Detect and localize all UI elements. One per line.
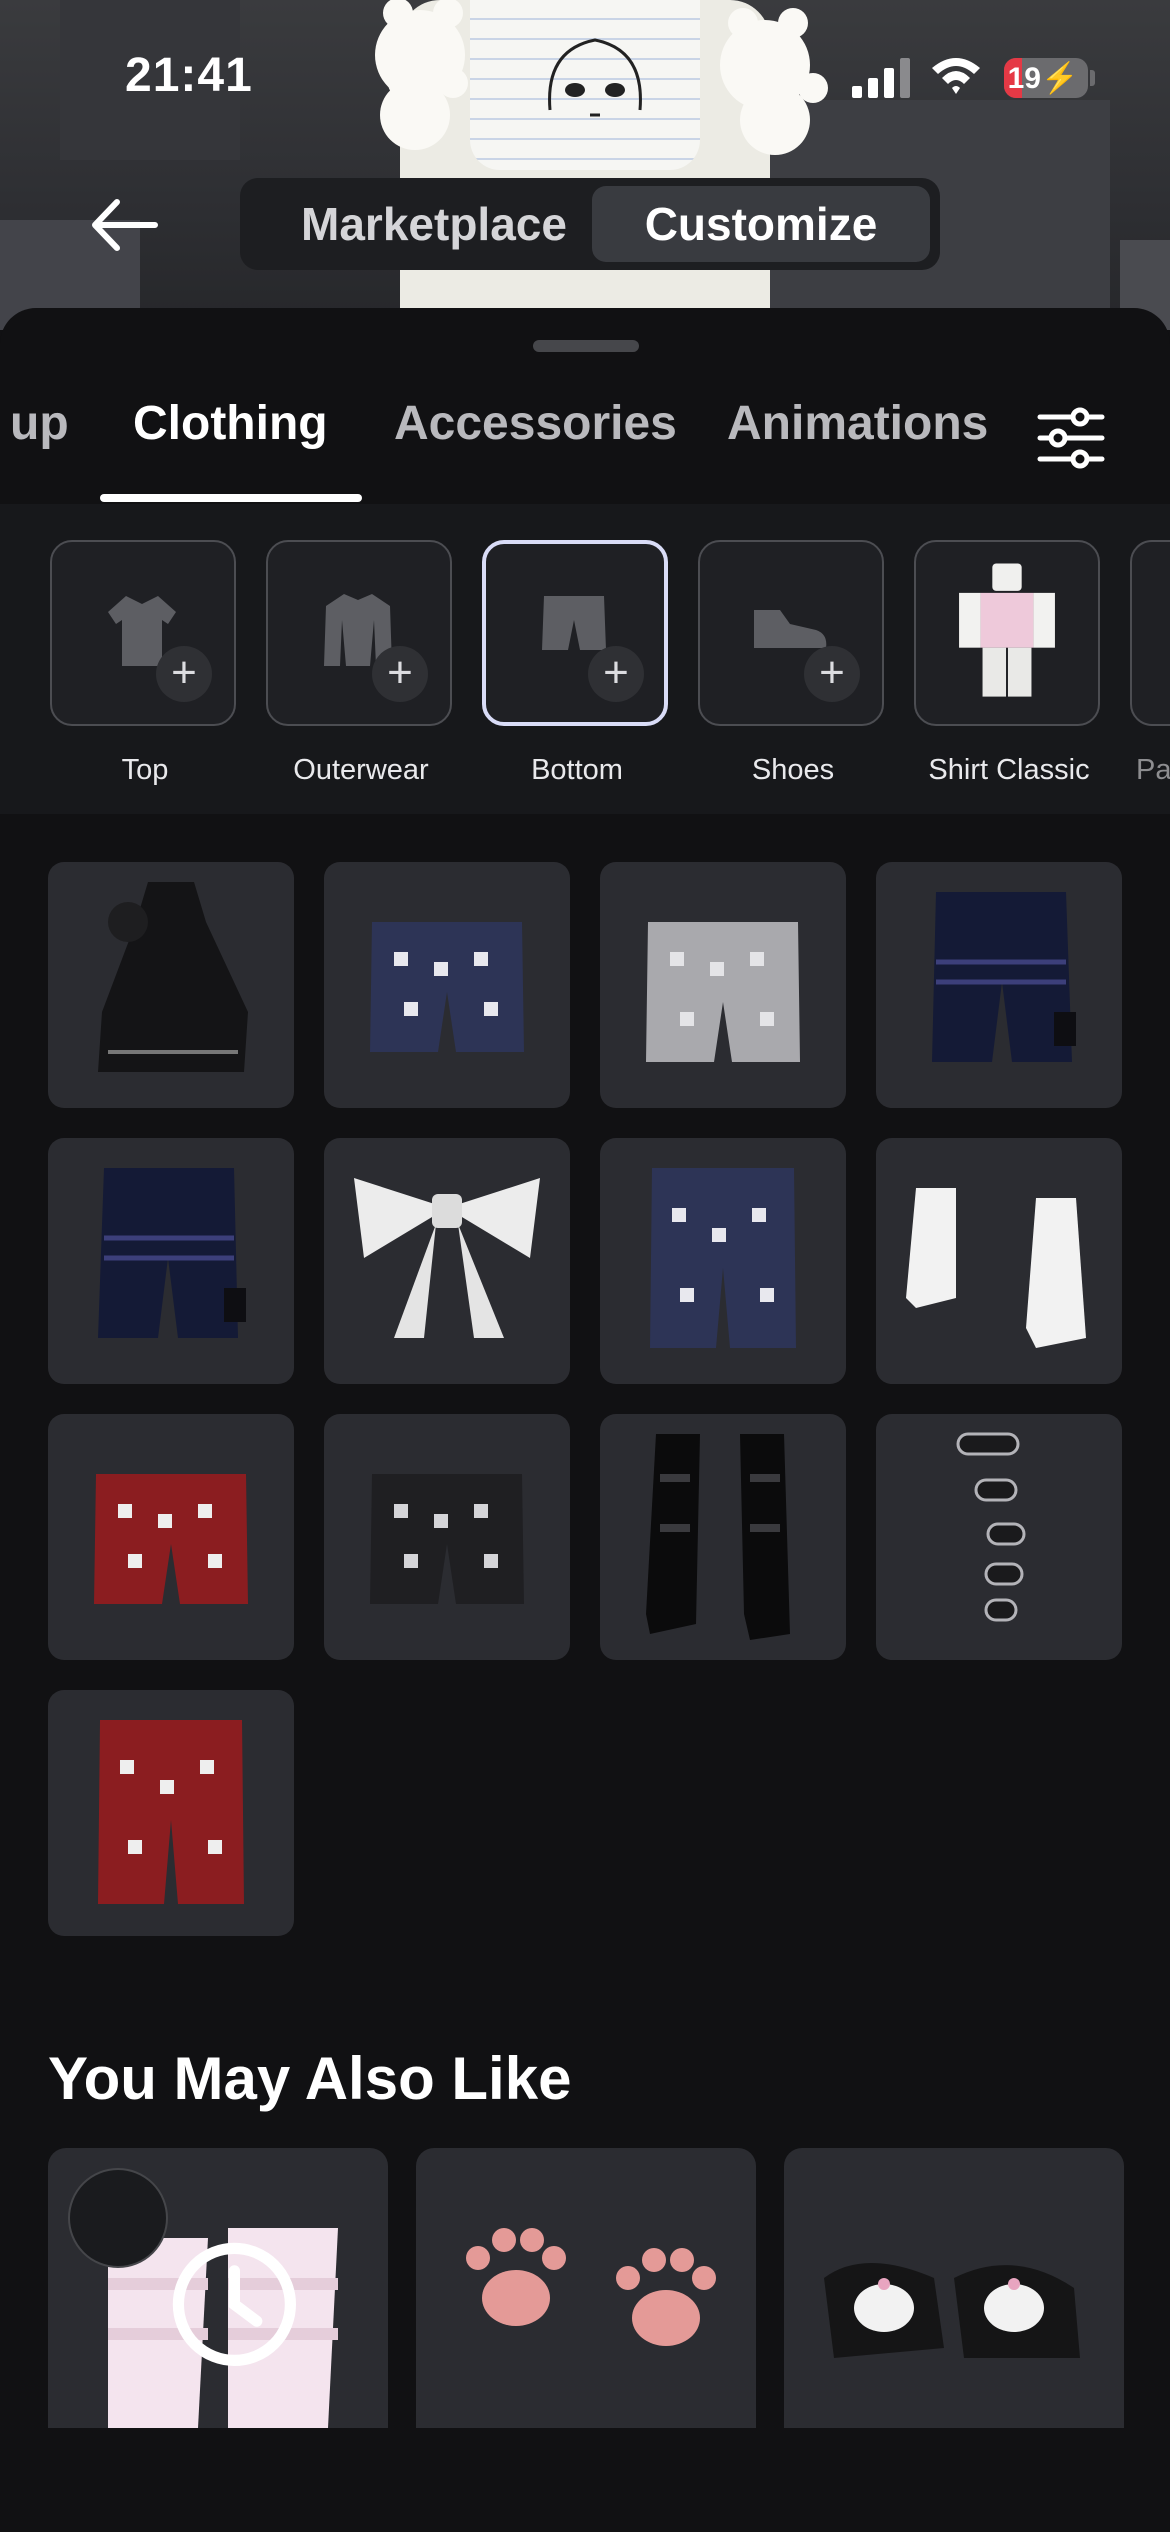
- item-navy-patterned-shorts[interactable]: [324, 862, 570, 1108]
- subcategory-label: Pa: [1136, 754, 1170, 786]
- item-white-bow[interactable]: [324, 1138, 570, 1384]
- add-icon: +: [372, 646, 428, 702]
- tab-marketplace[interactable]: Marketplace: [264, 186, 604, 262]
- subcategory-bottom[interactable]: + Bottom: [482, 540, 672, 787]
- item-grey-patterned-shorts[interactable]: [600, 862, 846, 1108]
- status-time: 21:41: [125, 49, 253, 102]
- recommended-pink-paw-prints[interactable]: [416, 2148, 756, 2428]
- subcategory-top[interactable]: + Top: [50, 540, 240, 787]
- recommended-kuromi-slippers[interactable]: [784, 2148, 1124, 2428]
- battery-icon: 19⚡: [1004, 58, 1088, 98]
- status-bar: 21:41 19⚡: [0, 0, 1170, 150]
- classic-shirt-thumbnail: [959, 563, 1055, 697]
- category-tabs: up Clothing Accessories Animations: [0, 396, 1170, 496]
- subcategory-label: Shoes: [751, 754, 835, 786]
- wifi-icon: [932, 58, 980, 94]
- subcategory-label: Outerwear: [293, 754, 429, 786]
- item-red-patterned-shorts[interactable]: [48, 1690, 294, 1936]
- section-title: You May Also Like: [48, 2045, 572, 2112]
- add-icon: +: [588, 646, 644, 702]
- cellular-signal-icon: [852, 58, 910, 98]
- customize-sheet: up Clothing Accessories Animations + Top: [0, 308, 1170, 2532]
- tab-clothing[interactable]: Clothing: [133, 396, 328, 451]
- tab-customize[interactable]: Customize: [592, 186, 930, 262]
- tab-accessories[interactable]: Accessories: [394, 396, 677, 451]
- item-navy-cargo-shorts[interactable]: [48, 1138, 294, 1384]
- subcategory-label: Top: [121, 754, 169, 786]
- item-studded-bracelets[interactable]: [876, 1414, 1122, 1660]
- tab-animations[interactable]: Animations: [727, 396, 988, 451]
- item-red-patterned-shorts[interactable]: [48, 1414, 294, 1660]
- sheet-drag-handle[interactable]: [533, 340, 639, 352]
- clock-icon: [68, 2168, 296, 2366]
- item-black-patterned-shorts[interactable]: [324, 1414, 570, 1660]
- item-navy-patterned-shorts[interactable]: [600, 1138, 846, 1384]
- item-black-dress[interactable]: [48, 862, 294, 1108]
- add-icon: +: [804, 646, 860, 702]
- recommended-pink-leg-warmers[interactable]: [48, 2148, 388, 2428]
- subcategory-outerwear[interactable]: + Outerwear: [266, 540, 456, 787]
- tab-makeup[interactable]: up: [10, 396, 69, 451]
- subcategory-strip: + Top + Outerwear + Bottom + Shoes Shirt…: [0, 504, 1170, 814]
- subcategory-label: Bottom: [531, 754, 623, 786]
- battery-level: 19: [1007, 62, 1041, 95]
- marketplace-customize-toggle: Marketplace Customize: [240, 178, 940, 270]
- add-icon: +: [156, 646, 212, 702]
- back-arrow-icon[interactable]: [85, 190, 165, 260]
- item-black-platform-boots[interactable]: [600, 1414, 846, 1660]
- item-white-boots[interactable]: [876, 1138, 1122, 1384]
- subcategory-shirt-classic[interactable]: Shirt Classic: [914, 540, 1104, 787]
- filter-sliders-icon[interactable]: [1036, 403, 1106, 473]
- subcategory-pants-classic[interactable]: Pa: [1130, 540, 1170, 787]
- item-navy-cargo-shorts[interactable]: [876, 862, 1122, 1108]
- subcategory-shoes[interactable]: + Shoes: [698, 540, 888, 787]
- active-tab-indicator: [100, 494, 362, 502]
- subcategory-label: Shirt Classic: [928, 754, 1090, 786]
